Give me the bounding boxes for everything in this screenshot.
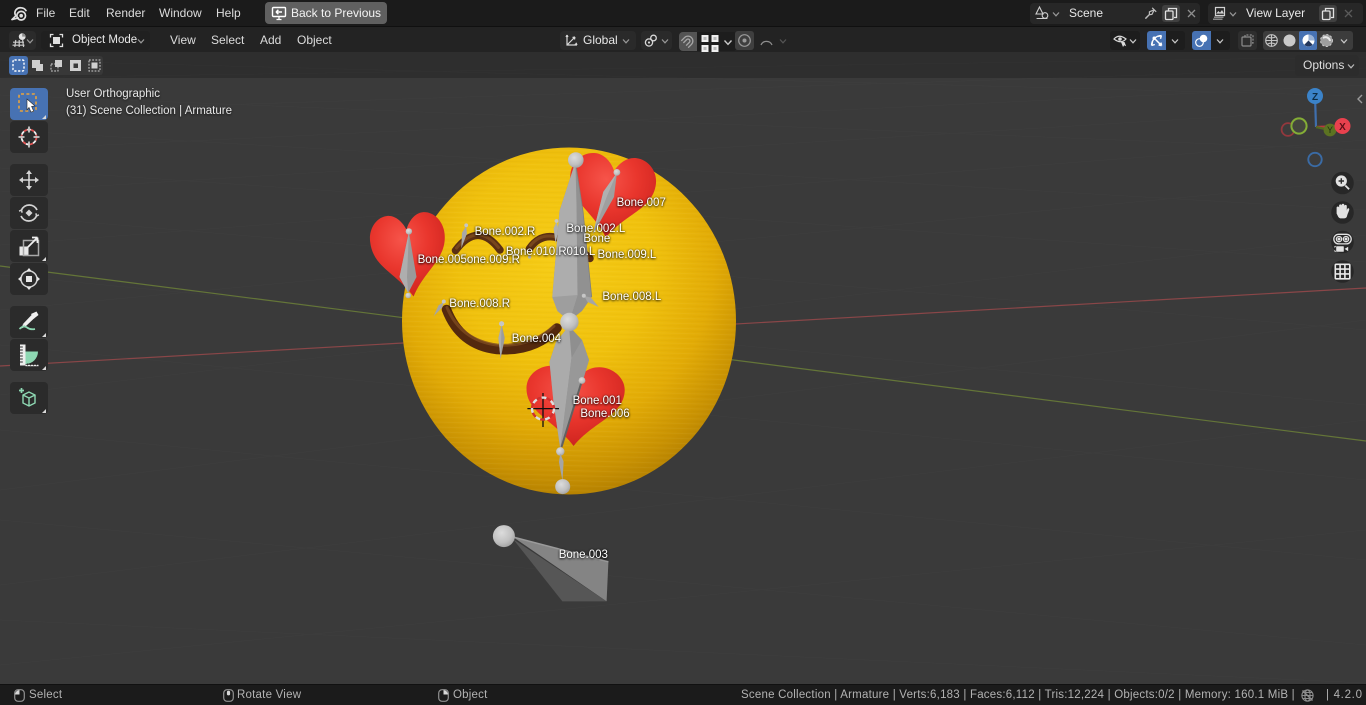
svg-text:Y: Y: [1327, 125, 1333, 135]
svg-text:X: X: [1339, 122, 1346, 133]
svg-text:Z: Z: [1312, 92, 1318, 103]
